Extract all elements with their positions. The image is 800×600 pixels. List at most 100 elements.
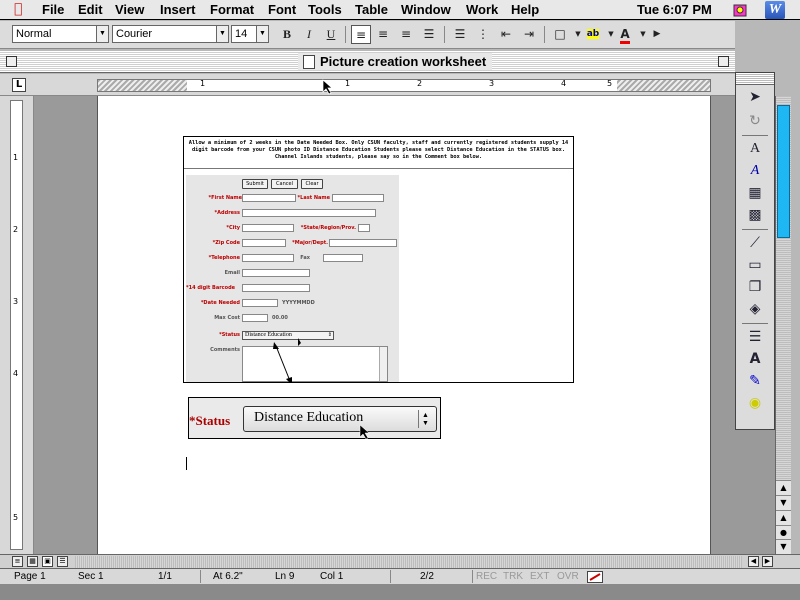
font-size-select[interactable]: 14 ▼ bbox=[231, 25, 269, 43]
scroll-up-icon[interactable]: ▲ bbox=[776, 480, 791, 495]
status-divider bbox=[200, 570, 201, 583]
align-left-button[interactable]: ≡ bbox=[351, 25, 371, 44]
finder-icon[interactable] bbox=[732, 2, 748, 18]
status-zoom-picture[interactable]: *Status Distance Education ▲ ▼ bbox=[188, 397, 441, 440]
menu-help[interactable]: Help bbox=[511, 2, 539, 17]
font-color-button[interactable]: A bbox=[615, 25, 635, 44]
justify-icon: ☰ bbox=[423, 27, 435, 41]
window-title: Picture creation worksheet bbox=[298, 53, 493, 70]
menu-tools[interactable]: Tools bbox=[308, 2, 342, 17]
menu-font[interactable]: Font bbox=[268, 2, 296, 17]
menu-work[interactable]: Work bbox=[466, 2, 498, 17]
bulleted-list-button[interactable]: ⋮ bbox=[473, 25, 493, 44]
status-trk[interactable]: TRK bbox=[503, 571, 523, 582]
palette-divider bbox=[742, 135, 768, 136]
insert-clipart-icon[interactable]: ▩ bbox=[744, 205, 766, 225]
menu-file[interactable]: File bbox=[42, 2, 64, 17]
insert-picture-icon[interactable]: ▦ bbox=[744, 183, 766, 203]
mouse-pointer-icon bbox=[359, 424, 370, 440]
page-layout-icon[interactable]: ▣ bbox=[42, 556, 53, 567]
status-ovr[interactable]: OVR bbox=[557, 571, 579, 582]
style-value: Normal bbox=[16, 28, 52, 40]
rectangle-icon[interactable]: ▭ bbox=[744, 255, 766, 275]
ruler-number: 3 bbox=[489, 79, 495, 88]
underline-button[interactable]: U bbox=[321, 25, 341, 44]
menu-format[interactable]: Format bbox=[210, 2, 254, 17]
line-style-icon[interactable]: ☰ bbox=[744, 327, 766, 347]
toolbar-divider bbox=[444, 26, 445, 43]
highlight-button[interactable]: ab bbox=[583, 25, 603, 44]
scroll-right-icon[interactable]: ▶ bbox=[762, 556, 773, 567]
clock: Tue 6:07 PM bbox=[637, 2, 712, 17]
style-select[interactable]: Normal ▼ bbox=[12, 25, 109, 43]
spelling-status-icon[interactable] bbox=[587, 571, 603, 583]
font-value: Courier bbox=[116, 28, 153, 40]
status-select: Distance Education ▲ ▼ bbox=[243, 406, 437, 432]
outdent-button[interactable]: ⇤ bbox=[496, 25, 516, 44]
fill-color-icon[interactable]: ◉ bbox=[744, 393, 766, 413]
ruler-strip[interactable]: 1 1 2 3 4 5 bbox=[97, 79, 711, 92]
border-button[interactable]: □ bbox=[550, 25, 570, 44]
status-bar: Page 1 Sec 1 1/1 At 6.2" Ln 9 Col 1 2/2 … bbox=[0, 568, 800, 584]
zoom-box-icon[interactable] bbox=[718, 56, 729, 67]
vertical-ruler[interactable]: 1 2 3 4 5 bbox=[0, 96, 34, 554]
status-label: *Status bbox=[189, 413, 231, 428]
text-color-icon[interactable]: A bbox=[744, 349, 766, 369]
justify-button[interactable]: ☰ bbox=[419, 25, 439, 44]
next-page-icon[interactable]: ▼ bbox=[776, 539, 791, 554]
select-arrows-icon: ▲ ▼ bbox=[418, 410, 432, 428]
app-icon[interactable]: W bbox=[765, 1, 785, 19]
italic-button[interactable]: I bbox=[299, 25, 319, 44]
apple-icon[interactable]:  bbox=[14, 1, 22, 17]
normal-view-icon[interactable]: ≡ bbox=[12, 556, 23, 567]
horizontal-scrollbar[interactable] bbox=[75, 556, 742, 568]
palette-divider bbox=[742, 323, 768, 324]
menu-edit[interactable]: Edit bbox=[78, 2, 103, 17]
menu-window[interactable]: Window bbox=[401, 2, 451, 17]
status-rec[interactable]: REC bbox=[476, 571, 497, 582]
align-center-button[interactable]: ≡ bbox=[373, 25, 393, 44]
mouse-cursor-icon bbox=[322, 79, 333, 95]
wordart-icon[interactable]: A bbox=[744, 139, 766, 159]
toolbar-divider bbox=[345, 26, 346, 43]
select-arrow-icon[interactable]: ➤ bbox=[744, 87, 766, 107]
menu-insert[interactable]: Insert bbox=[160, 2, 195, 17]
previous-page-icon[interactable]: ▲ bbox=[776, 510, 791, 525]
status-select-value: Distance Education bbox=[254, 410, 364, 425]
indent-button[interactable]: ⇥ bbox=[519, 25, 539, 44]
font-select[interactable]: Courier ▼ bbox=[112, 25, 229, 43]
horizontal-ruler[interactable]: L 1 1 2 3 4 5 bbox=[0, 74, 735, 96]
vruler-number: 2 bbox=[13, 225, 19, 234]
group-icon[interactable]: ◈ bbox=[744, 299, 766, 319]
shapes-icon[interactable]: ❐ bbox=[744, 277, 766, 297]
free-rotate-icon[interactable]: ↻ bbox=[744, 111, 766, 131]
menu-view[interactable]: View bbox=[115, 2, 144, 17]
status-word-count: 2/2 bbox=[420, 571, 434, 582]
vertical-text-icon[interactable]: A bbox=[744, 161, 766, 181]
palette-titlebar[interactable] bbox=[736, 73, 774, 85]
formatting-toolbar: Normal ▼ Courier ▼ 14 ▼ B I U ≡ ≡ ≡ ☰ ☰ … bbox=[0, 21, 735, 49]
document-page[interactable]: Allow a minimum of 2 weeks in the Date N… bbox=[97, 96, 711, 554]
menu-table[interactable]: Table bbox=[355, 2, 388, 17]
online-layout-icon[interactable]: ▦ bbox=[27, 556, 38, 567]
close-box-icon[interactable] bbox=[6, 56, 17, 67]
scroll-left-icon[interactable]: ◀ bbox=[748, 556, 759, 567]
select-browse-object-icon[interactable]: ● bbox=[776, 525, 791, 540]
status-section: Sec 1 bbox=[78, 571, 104, 582]
toolbar-more-button[interactable]: ▶ bbox=[647, 25, 667, 44]
bold-button[interactable]: B bbox=[277, 25, 297, 44]
ruler-number: 2 bbox=[417, 79, 423, 88]
window-titlebar[interactable]: Picture creation worksheet bbox=[0, 51, 735, 73]
status-ext[interactable]: EXT bbox=[530, 571, 549, 582]
line-color-icon[interactable]: ✎ bbox=[744, 371, 766, 391]
line-icon[interactable]: ⟋ bbox=[744, 233, 766, 253]
numbered-list-button[interactable]: ☰ bbox=[450, 25, 470, 44]
outline-view-icon[interactable]: ☰ bbox=[57, 556, 68, 567]
align-right-button[interactable]: ≡ bbox=[396, 25, 416, 44]
ruler-number: 4 bbox=[561, 79, 567, 88]
scroll-down-icon[interactable]: ▼ bbox=[776, 495, 791, 510]
tab-type-button[interactable]: L bbox=[12, 78, 26, 92]
scrollbar-thumb[interactable] bbox=[777, 105, 790, 238]
indent-icon: ⇥ bbox=[523, 27, 535, 41]
form-screenshot-picture[interactable]: Allow a minimum of 2 weeks in the Date N… bbox=[183, 136, 574, 383]
